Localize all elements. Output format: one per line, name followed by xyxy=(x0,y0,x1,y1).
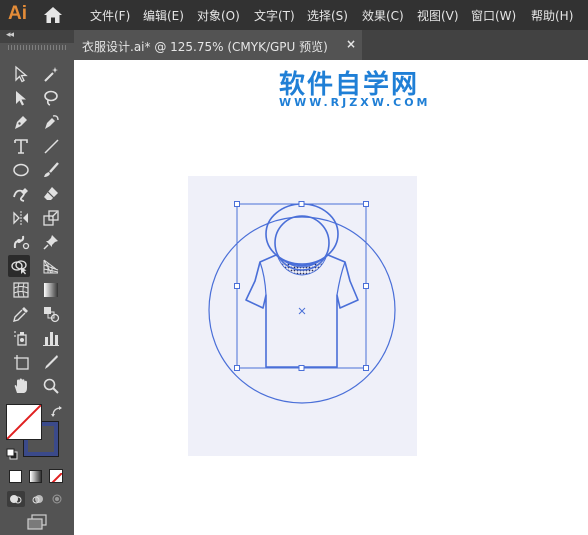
draw-inside-icon[interactable] xyxy=(49,491,67,507)
eraser-icon[interactable] xyxy=(40,183,62,205)
paintbrush-icon[interactable] xyxy=(40,159,62,181)
pen-tool-icon[interactable] xyxy=(10,111,32,133)
menu-file[interactable]: 文件(F) xyxy=(90,7,130,24)
hand-tool-icon[interactable] xyxy=(10,375,32,397)
document-tab-title: 衣服设计.ai* @ 125.75% (CMYK/GPU 预览) xyxy=(82,40,328,54)
panel-grip[interactable] xyxy=(8,45,66,50)
pin-icon[interactable] xyxy=(40,231,62,253)
scale-tool-icon[interactable] xyxy=(40,207,62,229)
mesh-tool-icon[interactable] xyxy=(10,279,32,301)
menu-object[interactable]: 对象(O) xyxy=(197,7,240,24)
eyedropper-icon[interactable] xyxy=(10,303,32,325)
center-point-icon xyxy=(298,307,306,315)
gradient-tool-icon[interactable] xyxy=(40,279,62,301)
default-fill-stroke-icon[interactable] xyxy=(6,445,18,460)
selection-handle[interactable] xyxy=(298,365,305,371)
draw-behind-icon[interactable] xyxy=(29,491,47,507)
document-tab[interactable]: 衣服设计.ai* @ 125.75% (CMYK/GPU 预览) × xyxy=(74,30,362,60)
selection-handle[interactable] xyxy=(363,365,369,371)
shape-builder-icon[interactable] xyxy=(8,255,30,277)
menu-effect[interactable]: 效果(C) xyxy=(362,7,404,24)
menu-bar: Ai 文件(F) 编辑(E) 对象(O) 文字(T) 选择(S) 效果(C) 视… xyxy=(0,0,588,30)
collapse-icon[interactable]: ◂◂ xyxy=(6,30,14,40)
direct-selection-icon[interactable] xyxy=(10,87,32,109)
perspective-grid-icon[interactable] xyxy=(40,255,62,277)
symbol-sprayer-icon[interactable] xyxy=(10,327,32,349)
app-logo: Ai xyxy=(8,3,27,24)
home-icon[interactable] xyxy=(43,6,63,24)
menu-select[interactable]: 选择(S) xyxy=(307,7,348,24)
document-tab-bar: 衣服设计.ai* @ 125.75% (CMYK/GPU 预览) × xyxy=(74,30,588,60)
line-segment-icon[interactable] xyxy=(40,135,62,157)
document-canvas[interactable]: 软件自学网 WWW.RJZXW.COM xyxy=(74,60,588,535)
magic-wand-icon[interactable] xyxy=(40,63,62,85)
tools-panel: ◂◂ xyxy=(0,30,74,535)
menu-type[interactable]: 文字(T) xyxy=(254,7,295,24)
selection-handle[interactable] xyxy=(234,201,240,207)
screen-mode-icon[interactable] xyxy=(26,514,48,530)
tshirt-artwork[interactable] xyxy=(188,176,417,456)
selection-handle[interactable] xyxy=(234,283,240,289)
swap-fill-stroke-icon[interactable] xyxy=(50,404,64,418)
draw-normal-icon[interactable] xyxy=(7,491,25,507)
selection-handle[interactable] xyxy=(363,201,369,207)
column-graph-icon[interactable] xyxy=(40,327,62,349)
slice-tool-icon[interactable] xyxy=(40,351,62,373)
curvature-tool-icon[interactable] xyxy=(40,111,62,133)
none-mode-button[interactable] xyxy=(49,469,63,483)
watermark-url: WWW.RJZXW.COM xyxy=(279,96,431,109)
gradient-mode-button[interactable] xyxy=(29,470,42,483)
selection-handle[interactable] xyxy=(234,365,240,371)
shaper-tool-icon[interactable] xyxy=(10,183,32,205)
artboard[interactable] xyxy=(188,176,417,456)
type-tool-icon[interactable] xyxy=(10,135,32,157)
ellipse-tool-icon[interactable] xyxy=(10,159,32,181)
fill-swatch[interactable] xyxy=(6,404,42,440)
menu-edit[interactable]: 编辑(E) xyxy=(143,7,184,24)
zoom-tool-icon[interactable] xyxy=(40,375,62,397)
blend-tool-icon[interactable] xyxy=(40,303,62,325)
puppet-warp-icon[interactable] xyxy=(10,231,32,253)
tools-panel-header: ◂◂ xyxy=(0,30,74,43)
close-icon[interactable]: × xyxy=(346,37,356,51)
menu-window[interactable]: 窗口(W) xyxy=(471,7,516,24)
reflect-tool-icon[interactable] xyxy=(10,207,32,229)
selection-handle[interactable] xyxy=(298,201,305,207)
artboard-tool-icon[interactable] xyxy=(10,351,32,373)
head-circle[interactable] xyxy=(274,215,330,271)
lasso-icon[interactable] xyxy=(40,87,62,109)
selection-handle[interactable] xyxy=(363,283,369,289)
menu-help[interactable]: 帮助(H) xyxy=(531,7,573,24)
color-mode-button[interactable] xyxy=(9,470,22,483)
menu-view[interactable]: 视图(V) xyxy=(417,7,459,24)
selection-tool-icon[interactable] xyxy=(10,63,32,85)
